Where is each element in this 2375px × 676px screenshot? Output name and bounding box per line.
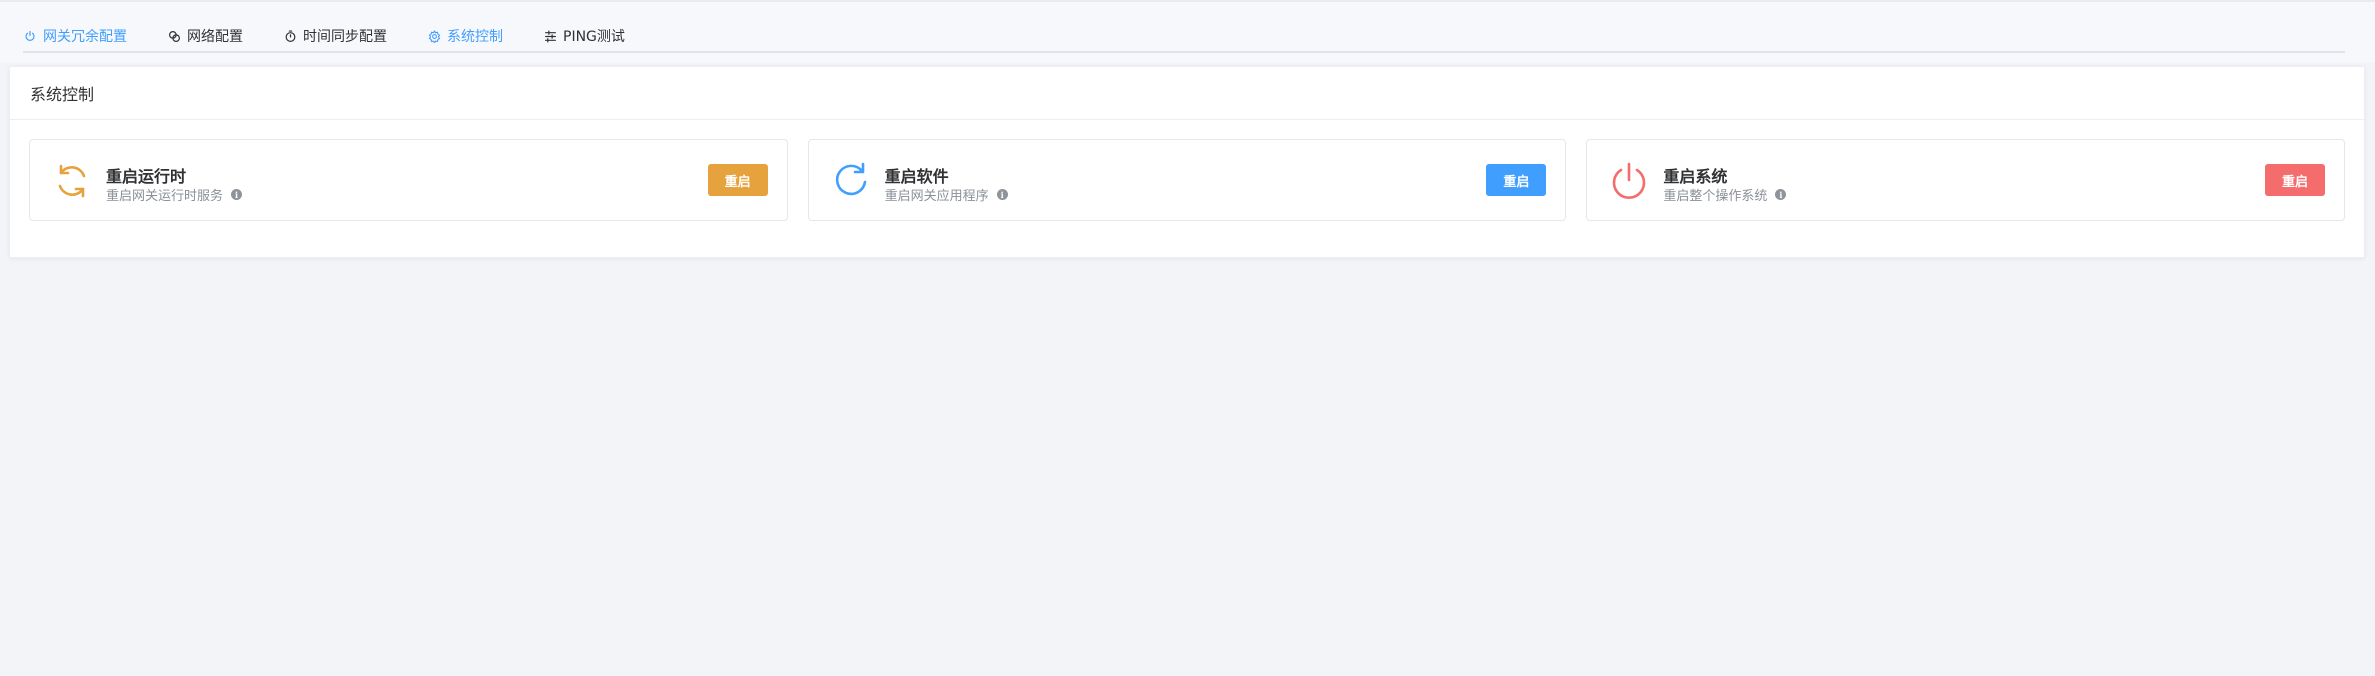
card-desc-text: 重启网关运行时服务 bbox=[106, 189, 224, 204]
card-title: 重启运行时 bbox=[106, 167, 187, 186]
restart-software-button[interactable]: 重启 bbox=[1486, 164, 1547, 196]
card-desc-text: 重启网关应用程序 bbox=[884, 189, 989, 204]
restart-system-button[interactable]: 重启 bbox=[2265, 164, 2326, 196]
tab-label: PING测试 bbox=[563, 29, 625, 45]
info-icon[interactable]: i bbox=[231, 189, 243, 200]
info-icon[interactable]: i bbox=[1775, 189, 1787, 200]
tab-label: 时间同步配置 bbox=[303, 29, 387, 45]
card-title: 重启系统 bbox=[1663, 167, 1728, 186]
tab-label: 网络配置 bbox=[187, 29, 243, 45]
tab-bar: 网关冗余配置 网络配置 时间同步配置 系统控制 PING测试 bbox=[23, 20, 665, 53]
timer-icon bbox=[283, 29, 297, 43]
restart-runtime-button[interactable]: 重启 bbox=[707, 164, 768, 196]
card-desc-text: 重启整个操作系统 bbox=[1663, 189, 1768, 204]
sync-icon bbox=[52, 161, 92, 201]
tab-divider bbox=[23, 51, 2345, 53]
control-cards: 重启运行时 重启网关运行时服务 i 重启 重启软件 重启网关应用程序 i 重启 bbox=[29, 139, 2346, 221]
tab-gateway-redundancy[interactable]: 网关冗余配置 bbox=[23, 20, 127, 52]
system-control-panel: 系统控制 重启运行时 重启网关运行时服务 i 重启 重启软件 重启网关应用程序 … bbox=[9, 66, 2365, 258]
tab-label: 网关冗余配置 bbox=[43, 29, 127, 45]
card-title: 重启软件 bbox=[884, 167, 949, 186]
panel-title: 系统控制 bbox=[10, 67, 2364, 120]
restart-system-card: 重启系统 重启整个操作系统 i 重启 bbox=[1586, 139, 2346, 221]
info-icon[interactable]: i bbox=[996, 189, 1008, 200]
link-icon bbox=[167, 29, 181, 43]
tab-ping-test[interactable]: PING测试 bbox=[543, 20, 625, 52]
tab-network[interactable]: 网络配置 bbox=[167, 20, 243, 52]
refresh-icon bbox=[831, 161, 871, 201]
restart-runtime-card: 重启运行时 重启网关运行时服务 i 重启 bbox=[29, 139, 788, 221]
tab-system-control[interactable]: 系统控制 bbox=[427, 20, 503, 53]
top-nav: 网关冗余配置 网络配置 时间同步配置 系统控制 PING测试 bbox=[0, 0, 2375, 62]
restart-software-card: 重启软件 重启网关应用程序 i 重启 bbox=[807, 139, 1567, 221]
card-description: 重启网关运行时服务 i bbox=[106, 185, 243, 204]
card-description: 重启整个操作系统 i bbox=[1663, 185, 1787, 204]
sliders-icon bbox=[543, 29, 557, 43]
tab-label: 系统控制 bbox=[447, 29, 503, 45]
power-icon bbox=[1609, 161, 1649, 201]
tab-time-sync[interactable]: 时间同步配置 bbox=[283, 20, 387, 52]
gear-icon bbox=[427, 29, 441, 43]
power-icon bbox=[23, 29, 37, 43]
card-description: 重启网关应用程序 i bbox=[885, 185, 1008, 204]
